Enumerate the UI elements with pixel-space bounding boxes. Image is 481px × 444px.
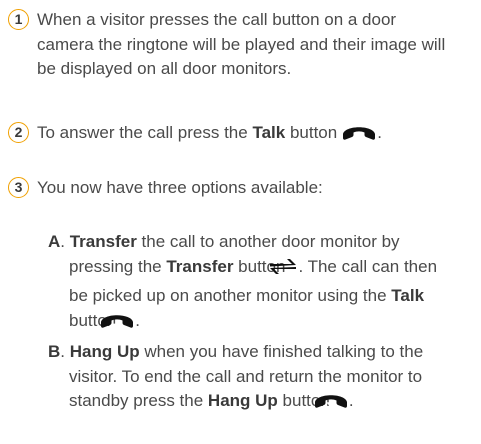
text-segment: .	[60, 232, 70, 251]
step-text: To answer the call press the Talk button…	[37, 121, 467, 151]
option-text: A. Transfer the call to another door mon…	[48, 230, 458, 338]
talk-label: Talk	[391, 286, 425, 305]
phone-answer-icon	[341, 121, 377, 151]
text-segment: To answer the call press the	[37, 123, 253, 142]
option-b: B. Hang Up when you have finished talkin…	[48, 340, 458, 419]
hang-up-button-label: Hang Up	[207, 391, 278, 410]
text-segment: button	[285, 123, 338, 142]
transfer-button-label: Transfer	[166, 256, 234, 276]
transfer-label: Transfer	[69, 232, 137, 251]
step-number-badge: 1	[8, 9, 29, 30]
talk-label: Talk	[252, 123, 286, 142]
hang-up-label: Hang Up	[69, 342, 140, 361]
option-letter: B	[48, 342, 61, 361]
text-segment: .	[348, 391, 354, 410]
phone-hangup-icon	[314, 389, 349, 419]
step-text: You now have three options available:	[37, 178, 323, 197]
step-number-badge: 2	[8, 122, 29, 143]
step-text: When a visitor presses the call button o…	[37, 10, 446, 78]
option-text: B. Hang Up when you have finished talkin…	[48, 340, 458, 419]
phone-answer-icon	[101, 309, 135, 339]
option-letter: A	[48, 232, 61, 251]
step-number-badge: 3	[8, 177, 29, 198]
text-segment: .	[60, 342, 70, 361]
option-a: A. Transfer the call to another door mon…	[48, 230, 458, 338]
text-segment: .	[377, 123, 382, 142]
text-segment: .	[135, 310, 140, 330]
